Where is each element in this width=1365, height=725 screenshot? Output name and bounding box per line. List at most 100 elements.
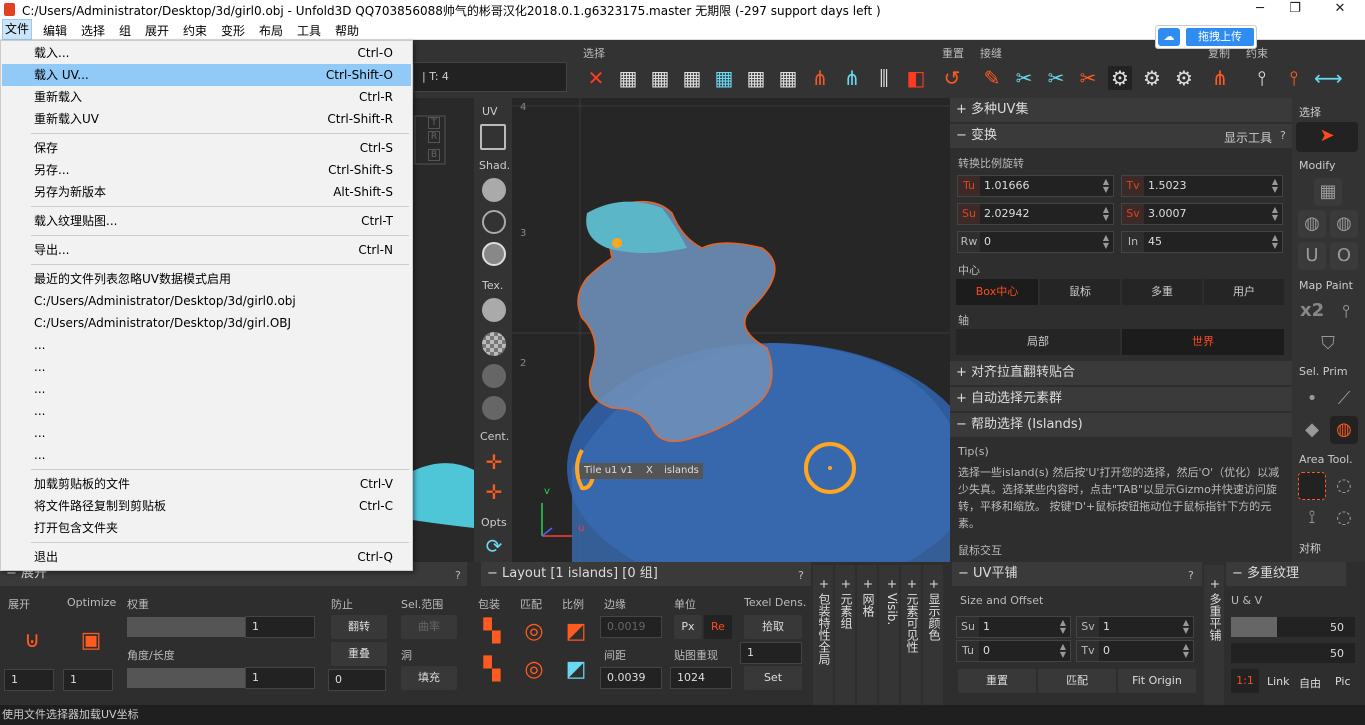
menu-item-recent-2[interactable]: C:/Users/Administrator/Desktop/3d/girl.O…: [2, 312, 411, 334]
menu-unfold[interactable]: 展开: [145, 22, 169, 39]
island-select-icon[interactable]: ◍: [1330, 416, 1358, 444]
su-field[interactable]: Su 2.02942 ▲ ▼: [957, 203, 1114, 225]
reset-icon[interactable]: ↺: [940, 66, 964, 90]
vtab-element-group[interactable]: + 元素组: [835, 565, 855, 705]
pin-icon[interactable]: ⫯: [1250, 66, 1274, 90]
unpin-icon[interactable]: ⫯: [1282, 66, 1306, 90]
options-icon[interactable]: ⟳: [482, 534, 506, 558]
shade-solid-icon[interactable]: [482, 178, 506, 202]
center-mouse-button[interactable]: 鼠标: [1040, 279, 1120, 305]
texel-get-button[interactable]: 拾取: [744, 615, 802, 639]
tex-checker-2-icon[interactable]: [482, 364, 506, 388]
spacing-field[interactable]: 0.0039: [600, 667, 662, 689]
curvature-button[interactable]: 曲率: [401, 615, 457, 639]
menu-item-recent-7[interactable]: ...: [2, 422, 411, 444]
vertex-select-icon[interactable]: •: [1298, 385, 1326, 413]
unit-px-button[interactable]: Px: [674, 615, 702, 639]
menu-item-recent-5[interactable]: ...: [2, 378, 411, 400]
section-auto-select[interactable]: + 自动选择元素群: [950, 387, 1292, 411]
close-icon[interactable]: ✕: [1325, 1, 1355, 18]
tile-tv-spin-icon[interactable]: ▲ ▼: [1183, 643, 1189, 659]
sv-field[interactable]: Sv 3.0007 ▲ ▼: [1121, 203, 1283, 225]
tv-field[interactable]: Tv 1.5023 ▲ ▼: [1121, 175, 1283, 197]
paint-select-icon[interactable]: ⟟: [1298, 504, 1326, 532]
axis-local-button[interactable]: 局部: [956, 329, 1120, 355]
loop-cut-icon[interactable]: ⚙: [1108, 66, 1132, 90]
weld-icon[interactable]: ✂: [1012, 66, 1036, 90]
match-2-icon[interactable]: ◎: [520, 656, 548, 684]
match-icon[interactable]: ◎: [520, 618, 548, 646]
free-button[interactable]: 自由: [1299, 675, 1321, 691]
tex-none-icon[interactable]: [482, 298, 506, 322]
optimize-o-icon[interactable]: ▣: [77, 627, 105, 655]
tile-fit-origin-button[interactable]: Fit Origin: [1118, 669, 1196, 693]
unfold-iter-field[interactable]: 1: [4, 669, 54, 691]
menu-select[interactable]: 选择: [81, 22, 105, 39]
menu-edit[interactable]: 编辑: [43, 22, 67, 39]
margin-field[interactable]: 0.0019: [600, 616, 662, 638]
menu-group[interactable]: 组: [119, 22, 131, 39]
angle-value[interactable]: 1: [245, 667, 315, 689]
grid-select-6-icon[interactable]: ▦: [776, 66, 800, 90]
uv-viewport[interactable]: 4 3 2 v u Tile u1 v1 X islands: [512, 98, 950, 562]
texel-value-field[interactable]: 1: [740, 642, 802, 664]
view-cube-r-icon[interactable]: R: [428, 131, 440, 143]
uv-tile-help-button[interactable]: ?: [1188, 569, 1194, 582]
menu-item-save[interactable]: 保存 Ctrl-S: [2, 137, 411, 159]
minimize-icon[interactable]: ─: [1245, 1, 1275, 18]
tile-reset-button[interactable]: 重置: [958, 669, 1036, 693]
lasso-select-icon[interactable]: ◌: [1330, 472, 1358, 500]
sv-spin-icon[interactable]: ▲ ▼: [1272, 206, 1278, 222]
upload-button[interactable]: 拖拽上传: [1186, 28, 1254, 46]
tile-match-button[interactable]: 匹配: [1038, 669, 1116, 693]
tree-select-icon[interactable]: ⋔: [808, 66, 832, 90]
menu-item-open-folder[interactable]: 打开包含文件夹: [2, 517, 411, 539]
menu-item-recent-1[interactable]: C:/Users/Administrator/Desktop/3d/girl0.…: [2, 290, 411, 312]
shade-wire-icon[interactable]: [482, 210, 506, 234]
menu-item-recent-8[interactable]: ...: [2, 444, 411, 466]
ratio-1-1-button[interactable]: 1:1: [1231, 669, 1259, 693]
grid-select-2-icon[interactable]: ▦: [648, 66, 672, 90]
tile-sv-spin-icon[interactable]: ▲ ▼: [1183, 619, 1189, 635]
vtab-pack-global[interactable]: + 包装特性全局: [813, 565, 833, 705]
tile-tu-field[interactable]: Tu 0 ▲ ▼: [956, 640, 1071, 662]
grid-select-4-icon[interactable]: ▦: [712, 66, 736, 90]
uv-tile-panel-header[interactable]: − UV平铺: [952, 562, 1202, 586]
vtab-show-color[interactable]: + 显示颜色: [923, 565, 943, 705]
in-spin-icon[interactable]: ▲ ▼: [1272, 234, 1278, 250]
view-cube-b-icon[interactable]: B: [428, 149, 440, 161]
grid-select-3-icon[interactable]: ▦: [680, 66, 704, 90]
menu-item-reload[interactable]: 重新载入 Ctrl-R: [2, 86, 411, 108]
shield-icon[interactable]: ⛉: [1314, 330, 1342, 358]
menu-deform[interactable]: 变形: [221, 22, 245, 39]
weld-2-icon[interactable]: ✂: [1044, 66, 1068, 90]
overlap-icon[interactable]: ◧: [904, 66, 928, 90]
section-help-select[interactable]: − 帮助选择 (Islands): [950, 413, 1292, 437]
grid-select-icon[interactable]: ▦: [616, 66, 640, 90]
tile-tv-field[interactable]: Tv 0 ▲ ▼: [1076, 640, 1194, 662]
flip-button[interactable]: 翻转: [331, 615, 387, 639]
menu-item-recent-3[interactable]: ...: [2, 334, 411, 356]
circle-select-icon[interactable]: ◌: [1330, 504, 1358, 532]
overlap-button[interactable]: 重叠: [331, 642, 387, 666]
optimize-iter-field[interactable]: 1: [63, 669, 113, 691]
tree-select-2-icon[interactable]: ⋔: [840, 66, 864, 90]
texel-set-button[interactable]: Set: [744, 666, 802, 690]
vtab-multi-tile[interactable]: + 多重平铺: [1204, 565, 1224, 705]
tex-checker-3-icon[interactable]: [482, 396, 506, 420]
ratio-icon[interactable]: ◩: [562, 618, 590, 646]
tile-su-field[interactable]: Su 1 ▲ ▼: [956, 616, 1071, 638]
transform-help-button[interactable]: ?: [1280, 129, 1286, 142]
tile-su-spin-icon[interactable]: ▲ ▼: [1060, 619, 1066, 635]
center-box-button[interactable]: Box中心: [956, 279, 1038, 305]
menu-help[interactable]: 帮助: [335, 22, 359, 39]
weld-3-icon[interactable]: ✂: [1076, 66, 1100, 90]
tv-spin-icon[interactable]: ▲ ▼: [1272, 178, 1278, 194]
section-align[interactable]: + 对齐拉直翻转贴合: [950, 361, 1292, 385]
link-button[interactable]: Link: [1267, 675, 1290, 688]
show-tools-button[interactable]: 显示工具: [1224, 129, 1272, 146]
menu-item-load-clipboard[interactable]: 加载剪贴板的文件 Ctrl-V: [2, 473, 411, 495]
menu-item-exit[interactable]: 退出 Ctrl-Q: [2, 546, 411, 568]
center-icon[interactable]: ✛: [482, 450, 506, 474]
x2-button[interactable]: x2: [1300, 300, 1324, 321]
